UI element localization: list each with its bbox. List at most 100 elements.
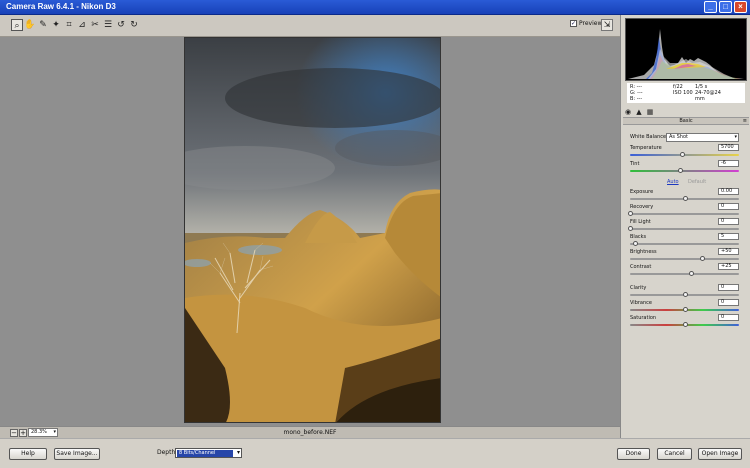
brightness-label: Brightness (630, 249, 657, 255)
clarity-slider[interactable] (630, 292, 739, 297)
recovery-label: Recovery (630, 204, 654, 210)
exposure-slider-knob[interactable] (682, 196, 688, 201)
list-tool-button[interactable]: ☰ (102, 19, 114, 31)
saturation-slider-knob[interactable] (682, 322, 688, 327)
contrast-label: Contrast (630, 264, 652, 270)
color-sampler-icon: ✦ (52, 20, 60, 30)
depth-value: 8 Bits/Channel (177, 450, 233, 457)
tint-slider-knob[interactable] (678, 168, 684, 173)
cancel-button[interactable]: Cancel (657, 448, 692, 460)
blacks-label: Blacks (630, 234, 647, 240)
section-header: Basic ≡ (623, 117, 749, 125)
fill-light-slider-knob[interactable] (628, 226, 633, 231)
contrast-input[interactable]: +25 (718, 263, 739, 270)
brightness-slider-knob[interactable] (699, 256, 705, 261)
exposure-label: Exposure (630, 189, 654, 195)
white-balance-icon: ✎ (39, 20, 47, 30)
lens-value: 24-70@24 mm (695, 90, 721, 102)
vibrance-input[interactable]: 0 (718, 299, 739, 306)
exposure-slider[interactable] (630, 196, 739, 201)
blacks-input[interactable]: 5 (718, 233, 739, 240)
clarity-input[interactable]: 0 (718, 284, 739, 291)
vibrance-slider-knob[interactable] (682, 307, 688, 312)
straighten-tool-button[interactable]: ⊿ (76, 19, 88, 31)
status-bar: − + 28.3% ▾ mono_before.NEF (0, 426, 620, 438)
detail-tab[interactable]: ▦ (645, 108, 655, 117)
info-readout: R: --- G: --- B: --- f/22 1/5 s ISO 100 … (627, 83, 745, 103)
temperature-slider[interactable] (630, 152, 739, 157)
preview-toggle[interactable]: ✓ Preview (570, 20, 602, 27)
temperature-label: Temperature (630, 145, 662, 151)
fullscreen-button[interactable]: ⇲ (601, 19, 613, 31)
rotate-right-icon: ↻ (130, 20, 138, 30)
iso-value: ISO 100 (673, 90, 693, 96)
zoom-tool-button[interactable]: ⌕ (11, 19, 23, 31)
blacks-slider-knob[interactable] (633, 241, 639, 246)
bottom-bar: Help Save Image... Depth: 8 Bits/Channel… (0, 438, 750, 468)
help-button[interactable]: Help (9, 448, 47, 460)
crop-icon: ⌗ (66, 20, 72, 30)
chevron-down-icon: ▾ (734, 134, 737, 140)
recovery-input[interactable]: 0 (718, 203, 739, 210)
saturation-slider[interactable] (630, 322, 739, 327)
white-balance-value: As Shot (669, 134, 688, 140)
vibrance-slider[interactable] (630, 307, 739, 312)
rotate-left-icon: ↺ (117, 20, 125, 30)
open-image-button[interactable]: Open Image (698, 448, 742, 460)
auto-link[interactable]: Auto (667, 179, 679, 185)
fullscreen-icon: ⇲ (603, 20, 611, 29)
panel-menu-icon[interactable]: ≡ (743, 118, 747, 124)
close-button[interactable]: × (734, 1, 747, 13)
recovery-slider-knob[interactable] (628, 211, 633, 216)
minimize-button[interactable]: _ (704, 1, 717, 13)
section-title: Basic (679, 118, 693, 124)
chevron-down-icon: ▾ (236, 449, 240, 456)
basic-tab[interactable]: ◉ (623, 108, 633, 117)
tint-input[interactable]: -6 (718, 160, 739, 167)
list-icon: ☰ (103, 20, 113, 30)
brightness-slider[interactable] (630, 256, 739, 261)
hand-icon: ✋ (24, 20, 36, 30)
white-balance-select[interactable]: As Shot ▾ (666, 133, 739, 142)
maximize-button[interactable]: □ (719, 1, 732, 13)
histogram (625, 18, 747, 81)
rotate-right-button[interactable]: ↻ (128, 19, 140, 31)
fill-light-slider[interactable] (628, 226, 739, 231)
rotate-left-button[interactable]: ↺ (115, 19, 127, 31)
adjustments-panel: R: --- G: --- B: --- f/22 1/5 s ISO 100 … (620, 15, 750, 438)
basic-tab-icon: ◉ (624, 107, 632, 116)
preview-checkbox[interactable]: ✓ (570, 20, 577, 27)
save-image-button[interactable]: Save Image... (54, 448, 100, 460)
crop-tool-button[interactable]: ⌗ (63, 19, 75, 31)
clarity-slider-knob[interactable] (682, 292, 688, 297)
color-sampler-tool-button[interactable]: ✦ (50, 19, 62, 31)
spot-removal-tool-button[interactable]: ✂ (89, 19, 101, 31)
done-button[interactable]: Done (617, 448, 650, 460)
saturation-input[interactable]: 0 (718, 314, 739, 321)
white-balance-label: White Balance: (630, 134, 668, 140)
white-balance-tool-button[interactable]: ✎ (37, 19, 49, 31)
contrast-slider-knob[interactable] (689, 271, 695, 276)
contrast-slider[interactable] (630, 271, 739, 276)
recovery-slider[interactable] (628, 211, 739, 216)
hand-tool-button[interactable]: ✋ (24, 19, 36, 31)
blacks-slider[interactable] (630, 241, 739, 246)
exposure-input[interactable]: 0.00 (718, 188, 739, 195)
temperature-input[interactable]: 5700 (718, 144, 739, 151)
tone-curve-tab[interactable]: ▲ (634, 108, 644, 117)
temperature-slider-knob[interactable] (680, 152, 686, 157)
file-name: mono_before.NEF (283, 429, 337, 436)
histogram-graph (628, 29, 744, 79)
depth-select[interactable]: 8 Bits/Channel ▾ (175, 448, 242, 458)
preview-photo[interactable] (184, 37, 441, 423)
fill-light-input[interactable]: 0 (718, 218, 739, 225)
readout-b: B: --- (630, 96, 643, 102)
brightness-input[interactable]: +50 (718, 248, 739, 255)
title-bar: Camera Raw 6.4.1 - Nikon D3 _ □ × (0, 0, 750, 15)
detail-tab-icon: ▦ (646, 107, 654, 116)
vibrance-label: Vibrance (630, 300, 652, 306)
default-link[interactable]: Default (688, 179, 706, 185)
tint-slider[interactable] (630, 168, 739, 173)
landscape-photo (185, 38, 440, 422)
zoom-icon: ⌕ (14, 21, 20, 31)
